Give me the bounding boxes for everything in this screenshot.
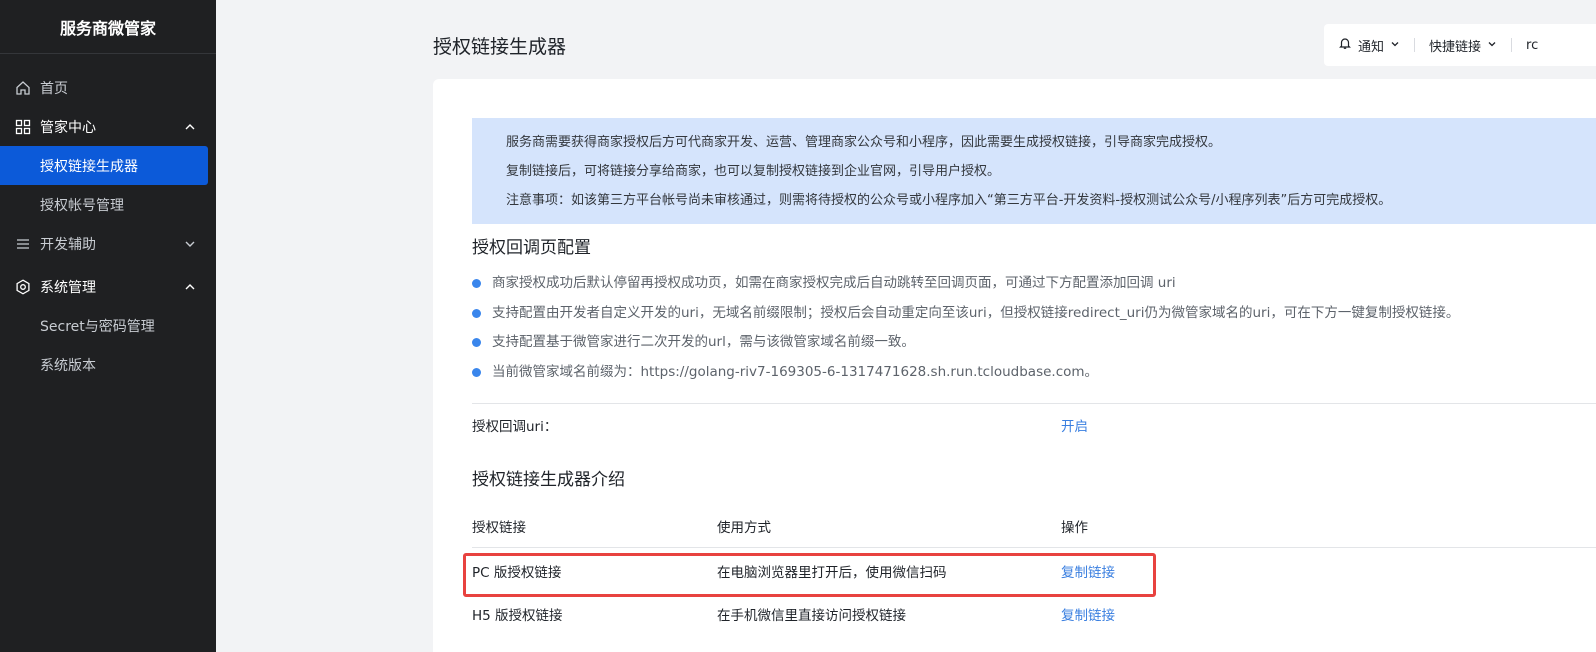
chevron-up-icon <box>184 281 196 293</box>
notice-line: 服务商需要获得商家授权后方可代商家开发、运营、管理商家公众号和小程序，因此需要生… <box>506 135 1222 150</box>
main-card: 服务商需要获得商家授权后方可代商家开发、运营、管理商家公众号和小程序，因此需要生… <box>433 79 1596 652</box>
sidebar-nav: 首页 管家中心 授权链接生成器 授权帐号管理 开发辅助 系统管理 Secret与… <box>0 54 216 384</box>
column-header-link: 授权链接 <box>472 520 526 536</box>
sidebar-item-label: Secret与密码管理 <box>40 318 155 335</box>
chevron-down-icon <box>1390 38 1400 53</box>
gear-icon <box>14 278 32 296</box>
sidebar: 服务商微管家 首页 管家中心 授权链接生成器 授权帐号管理 开发辅助 系统管理 … <box>0 0 216 652</box>
chevron-down-icon <box>1487 38 1497 53</box>
sidebar-item-label: 首页 <box>40 80 68 97</box>
column-header-action: 操作 <box>1061 520 1088 536</box>
row-name: H5 版授权链接 <box>472 608 563 624</box>
sidebar-group-dev[interactable]: 开发辅助 <box>0 224 216 263</box>
copy-h5-link-button[interactable]: 复制链接 <box>1061 604 1115 624</box>
bullet-dot-icon <box>472 367 481 377</box>
list-item: 支持配置基于微管家进行二次开发的url，需与该微管家域名前缀一致。 <box>472 332 1459 362</box>
sidebar-item-auth-account[interactable]: 授权帐号管理 <box>0 185 216 224</box>
row-name: PC 版授权链接 <box>472 565 562 581</box>
sidebar-item-auth-link-generator[interactable]: 授权链接生成器 <box>0 146 208 185</box>
list-item: 商家授权成功后默认停留再授权成功页，如需在商家授权完成后自动跳转至回调页面，可通… <box>472 273 1459 303</box>
page-title: 授权链接生成器 <box>433 36 567 58</box>
list-item: 支持配置由开发者自定义开发的uri，无域名前缀限制；授权后会自动重定向至该uri… <box>472 303 1459 333</box>
callback-bullets: 商家授权成功后默认停留再授权成功页，如需在商家授权完成后自动跳转至回调页面，可通… <box>472 273 1459 391</box>
enable-callback-link[interactable]: 开启 <box>1061 415 1088 435</box>
list-item: 当前微管家域名前缀为：https://golang-riv7-169305-6-… <box>472 362 1459 392</box>
user-name: rc <box>1526 37 1539 53</box>
sidebar-item-version[interactable]: 系统版本 <box>0 345 216 384</box>
notice-banner: 服务商需要获得商家授权后方可代商家开发、运营、管理商家公众号和小程序，因此需要生… <box>472 118 1596 224</box>
home-icon <box>14 79 32 97</box>
sidebar-group-system[interactable]: 系统管理 <box>0 267 216 306</box>
table-header-divider <box>472 547 1596 548</box>
chevron-down-icon <box>184 238 196 250</box>
sidebar-item-label: 系统版本 <box>40 357 96 374</box>
callback-section-title: 授权回调页配置 <box>472 238 591 258</box>
bullet-dot-icon <box>472 338 481 347</box>
bullet-dot-icon <box>472 279 481 288</box>
column-header-usage: 使用方式 <box>717 520 771 536</box>
sidebar-item-home[interactable]: 首页 <box>0 68 216 107</box>
sidebar-group-label: 系统管理 <box>40 279 96 296</box>
sidebar-item-secret[interactable]: Secret与密码管理 <box>0 306 216 345</box>
divider <box>1511 38 1513 52</box>
sidebar-item-label: 授权帐号管理 <box>40 197 124 214</box>
bell-icon <box>1338 36 1352 54</box>
divider <box>1414 38 1416 52</box>
sidebar-group-label: 开发辅助 <box>40 236 96 253</box>
notify-dropdown[interactable]: 通知 <box>1338 36 1400 55</box>
top-toolbar: 通知 快捷链接 rc <box>1324 24 1596 66</box>
sidebar-item-label: 授权链接生成器 <box>40 158 138 175</box>
sidebar-group-butler[interactable]: 管家中心 <box>0 107 216 146</box>
grid-icon <box>14 118 32 136</box>
quick-links-label: 快捷链接 <box>1429 39 1482 55</box>
copy-pc-link-button[interactable]: 复制链接 <box>1061 561 1115 581</box>
divider <box>472 403 1596 404</box>
sidebar-group-label: 管家中心 <box>40 119 96 136</box>
chevron-up-icon <box>184 121 196 133</box>
intro-section-title: 授权链接生成器介绍 <box>472 470 625 490</box>
quick-links-dropdown[interactable]: 快捷链接 <box>1429 36 1497 55</box>
notice-line: 复制链接后，可将链接分享给商家，也可以复制授权链接到企业官网，引导用户授权。 <box>506 164 1001 179</box>
notify-label: 通知 <box>1358 39 1385 55</box>
user-menu[interactable]: rc <box>1526 38 1538 53</box>
row-usage: 在手机微信里直接访问授权链接 <box>717 608 906 624</box>
row-usage: 在电脑浏览器里打开后，使用微信扫码 <box>717 565 947 581</box>
bullet-dot-icon <box>472 308 481 318</box>
list-icon <box>14 235 32 253</box>
notice-line: 注意事项：如该第三方平台帐号尚未审核通过，则需将待授权的公众号或小程序加入“第三… <box>506 193 1392 208</box>
callback-uri-label: 授权回调uri： <box>472 419 558 435</box>
brand-title: 服务商微管家 <box>0 0 216 54</box>
